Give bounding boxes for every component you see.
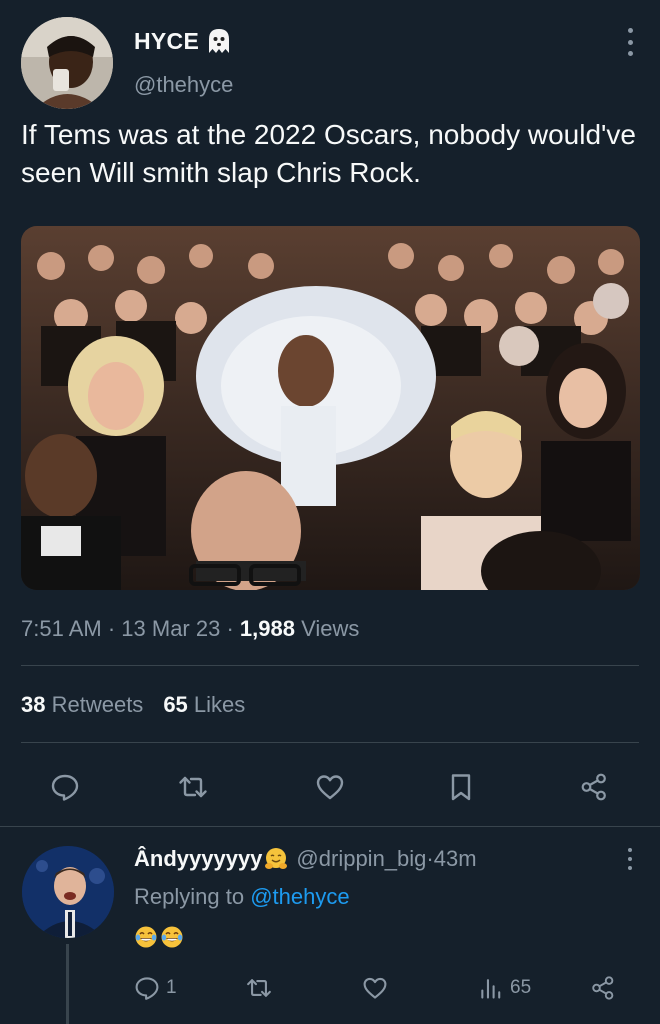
share-icon bbox=[592, 976, 614, 1000]
divider bbox=[21, 742, 639, 743]
reply-time[interactable]: 43m bbox=[434, 846, 477, 872]
like-icon bbox=[363, 977, 387, 999]
reply-share-button[interactable] bbox=[590, 968, 616, 1008]
tweet-media-image[interactable] bbox=[21, 226, 640, 590]
reply-like-button[interactable] bbox=[362, 968, 388, 1008]
likes-count: 65 bbox=[163, 692, 188, 717]
tweet-date[interactable]: 13 Mar 23 bbox=[121, 616, 220, 641]
reply-separator: · bbox=[426, 846, 434, 871]
retweet-icon bbox=[179, 776, 207, 798]
reply-views-button[interactable]: 65 bbox=[478, 968, 531, 1008]
views-count: 1,988 bbox=[239, 616, 295, 641]
tweet-meta: 7:51 AM · 13 Mar 23 · 1,988 Views bbox=[21, 616, 359, 642]
reply-author-handle[interactable]: @drippin_big bbox=[296, 846, 426, 872]
retweets-label: Retweets bbox=[45, 692, 144, 717]
more-options-icon[interactable] bbox=[626, 28, 634, 56]
reply-text bbox=[134, 925, 184, 949]
share-button[interactable] bbox=[567, 760, 621, 814]
divider bbox=[21, 665, 639, 666]
tweet-text: If Tems was at the 2022 Oscars, nobody w… bbox=[21, 119, 636, 188]
author-name[interactable]: HYCE bbox=[134, 27, 233, 55]
reply-header: Ândyyyyyyy @drippin_big · 43m bbox=[134, 846, 477, 872]
tweet-action-bar bbox=[0, 760, 660, 814]
views-label: Views bbox=[294, 616, 360, 641]
section-divider bbox=[0, 826, 660, 827]
retweets-stat[interactable]: 38 Retweets bbox=[21, 692, 143, 717]
reply-author-avatar[interactable] bbox=[22, 846, 114, 938]
hugging-face-emoji-icon bbox=[264, 847, 288, 871]
like-icon bbox=[316, 775, 344, 800]
reply-more-options-icon[interactable] bbox=[626, 848, 634, 870]
likes-label: Likes bbox=[187, 692, 246, 717]
reply-retweet-button[interactable] bbox=[246, 968, 272, 1008]
ghost-emoji-icon bbox=[205, 27, 233, 55]
author-avatar[interactable] bbox=[21, 17, 113, 109]
reply-reply-button[interactable]: 1 bbox=[134, 968, 177, 1008]
reply-button[interactable] bbox=[38, 760, 92, 814]
tweet-detail-page: HYCE @thehyce If Tems was at the 2022 Os… bbox=[0, 0, 660, 1024]
like-button[interactable] bbox=[303, 760, 357, 814]
retweets-count: 38 bbox=[21, 692, 46, 717]
tweet-time[interactable]: 7:51 AM bbox=[21, 616, 102, 641]
reply-views-count: 65 bbox=[510, 977, 532, 998]
tears-of-joy-emoji-icon bbox=[161, 926, 183, 948]
likes-stat[interactable]: 65 Likes bbox=[163, 692, 245, 717]
retweet-button[interactable] bbox=[166, 760, 220, 814]
replying-to-prefix: Replying to bbox=[134, 884, 251, 909]
tears-of-joy-emoji-icon bbox=[135, 926, 157, 948]
reply-action-bar: 1 65 bbox=[0, 968, 660, 1008]
replying-to-mention[interactable]: @thehyce bbox=[250, 884, 349, 909]
author-handle[interactable]: @thehyce bbox=[134, 72, 233, 98]
share-icon bbox=[581, 773, 606, 801]
replying-to: Replying to @thehyce bbox=[134, 884, 350, 910]
bookmark-icon bbox=[451, 774, 471, 801]
views-icon bbox=[481, 979, 501, 999]
author-name-text: HYCE bbox=[134, 27, 200, 54]
engagement-stats: 38 Retweets 65 Likes bbox=[21, 692, 245, 718]
reply-icon bbox=[51, 774, 79, 801]
retweet-icon bbox=[247, 979, 271, 997]
meta-separator: · bbox=[101, 616, 122, 641]
reply-author-name[interactable]: Ândyyyyyyy bbox=[134, 846, 262, 872]
reply-icon bbox=[135, 977, 159, 1000]
meta-separator: · bbox=[220, 616, 240, 641]
reply-reply-count: 1 bbox=[166, 977, 177, 998]
bookmark-button[interactable] bbox=[434, 760, 488, 814]
